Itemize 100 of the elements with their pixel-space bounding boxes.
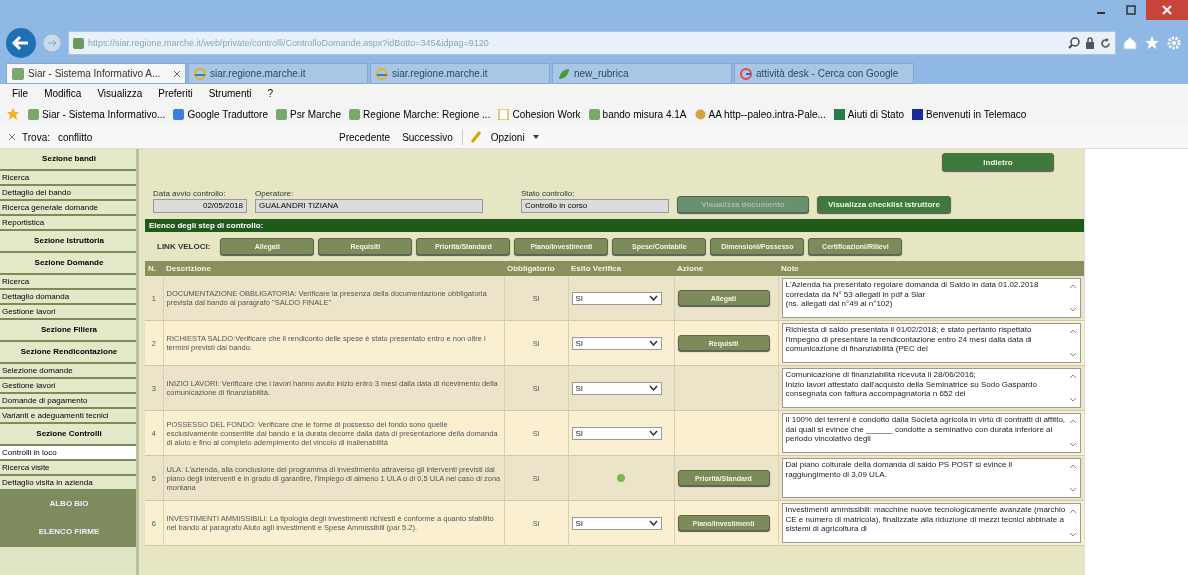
favorite-link[interactable]: Google Traduttore bbox=[187, 108, 268, 120]
sidebar-item[interactable]: Sezione Rendicontazione bbox=[0, 342, 136, 364]
menu-item[interactable]: Strumenti bbox=[208, 87, 252, 99]
lock-icon[interactable] bbox=[1085, 37, 1095, 49]
menu-item[interactable]: File bbox=[12, 87, 29, 99]
menu-item[interactable]: Modifica bbox=[44, 87, 82, 99]
find-label: Trova: bbox=[22, 131, 50, 143]
site-icon[interactable] bbox=[912, 108, 923, 120]
sidebar-item[interactable]: Ricerca bbox=[0, 275, 136, 290]
menu-item[interactable]: ? bbox=[267, 87, 274, 99]
favorite-link[interactable]: Benvenuti in Telemaco bbox=[926, 108, 1027, 120]
field-label: Data avvio controllo: bbox=[153, 189, 227, 198]
favorite-link[interactable]: Psr Marche bbox=[290, 108, 342, 120]
chevron-icon[interactable] bbox=[648, 295, 658, 301]
scroll-arrows-icon[interactable] bbox=[1068, 328, 1077, 358]
sidebar-item[interactable]: Gestione lavori bbox=[0, 305, 136, 320]
note-field[interactable]: Dal piano colturale della domanda di saldo PS POST si evince il raggiungimento di 3,09 ULA. bbox=[781, 458, 1081, 498]
site-icon bbox=[73, 37, 84, 49]
sidebar-item[interactable]: Gestione lavori bbox=[0, 379, 136, 394]
caret-icon[interactable] bbox=[532, 135, 539, 139]
back-button[interactable]: Indietro bbox=[942, 153, 1054, 171]
scroll-arrows-icon[interactable] bbox=[1068, 508, 1077, 538]
quick-links-label: LINK VELOCI: bbox=[157, 242, 211, 251]
sidebar-item[interactable]: Ricerca visite bbox=[0, 461, 136, 476]
find-field[interactable]: conflitto bbox=[55, 131, 330, 143]
close-icon[interactable] bbox=[1146, 0, 1188, 20]
sidebar-item[interactable]: Ricerca generale domande bbox=[0, 201, 136, 216]
browser-tab[interactable]: attività desk - Cerca con Google bbox=[734, 63, 914, 84]
site-icon[interactable] bbox=[833, 108, 845, 120]
find-button[interactable]: Precedente bbox=[335, 131, 394, 143]
favorites-star-icon[interactable] bbox=[6, 107, 20, 121]
column-header: Descrizione bbox=[163, 261, 504, 276]
field-value: Controllo in corso bbox=[521, 199, 669, 213]
menu-item[interactable]: Visualizza bbox=[97, 87, 143, 99]
sidebar-item[interactable]: Sezione bandi bbox=[0, 149, 136, 171]
sidebar-item[interactable]: Dettaglio del bando bbox=[0, 186, 136, 201]
leaf-icon bbox=[558, 67, 570, 80]
result-select[interactable]: SI bbox=[571, 516, 662, 530]
chevron-icon[interactable] bbox=[648, 340, 658, 346]
scroll-arrows-icon[interactable] bbox=[1068, 418, 1077, 448]
browser-tab[interactable]: Siar - Sistema Informativo A... bbox=[6, 63, 186, 84]
scroll-arrows-icon[interactable] bbox=[1068, 373, 1077, 403]
column-header: Note bbox=[778, 261, 1084, 276]
result-select[interactable]: SI bbox=[571, 336, 662, 350]
column-header: Obbligatorio bbox=[504, 261, 568, 276]
scroll-arrows-icon[interactable] bbox=[1068, 283, 1077, 313]
sidebar-item[interactable]: Dettaglio visita in azienda bbox=[0, 476, 136, 491]
search-icon[interactable] bbox=[1068, 37, 1080, 49]
close-icon[interactable] bbox=[174, 68, 180, 79]
favorite-link[interactable]: Regione Marche: Regione ... bbox=[363, 108, 491, 120]
close-icon[interactable] bbox=[8, 133, 16, 141]
back-icon[interactable] bbox=[6, 28, 36, 58]
result-select[interactable]: SI bbox=[571, 426, 662, 440]
browser-tab[interactable]: siar.regione.marche.it bbox=[370, 63, 550, 84]
chevron-icon[interactable] bbox=[648, 430, 658, 436]
translate-icon[interactable] bbox=[173, 108, 185, 120]
sidebar-item[interactable]: Varianti e adeguamenti tecnici bbox=[0, 409, 136, 424]
refresh-icon[interactable] bbox=[1100, 37, 1111, 49]
sidebar-item[interactable]: Ricerca bbox=[0, 171, 136, 186]
field-value: 02/05/2018 bbox=[153, 199, 247, 213]
sidebar-item[interactable]: Dettaglio domanda bbox=[0, 290, 136, 305]
sidebar-item[interactable]: Reportistica bbox=[0, 216, 136, 231]
sidebar-item[interactable]: Domande di pagamento bbox=[0, 394, 136, 409]
home-icon[interactable] bbox=[1122, 35, 1138, 51]
pencil-icon[interactable] bbox=[468, 130, 483, 144]
sidebar-item[interactable]: Sezione Istruttoria bbox=[0, 231, 136, 253]
find-button[interactable]: Successivo bbox=[399, 131, 456, 143]
favorite-link[interactable]: Siar - Sistema Informativo... bbox=[42, 108, 166, 120]
sidebar-item[interactable]: Sezione Domande bbox=[0, 253, 136, 275]
browser-tab[interactable]: new_rubrica bbox=[552, 63, 732, 84]
note-field[interactable]: Il 100% dei terreni è condotto dalla Società agricola in virtù di contratti di affitto, dai quali si evince che ______ condotte a seminativo con durata inferiore al periodo vincolativo degli bbox=[781, 413, 1081, 453]
document-icon[interactable] bbox=[498, 108, 510, 120]
sidebar-item[interactable]: Selezione domande bbox=[0, 364, 136, 379]
browser-tab[interactable]: siar.regione.marche.it bbox=[188, 63, 368, 84]
menu-item[interactable]: Preferiti bbox=[158, 87, 193, 99]
settings-icon[interactable] bbox=[1166, 35, 1182, 51]
sidebar-item[interactable]: Sezione Controlli bbox=[0, 424, 136, 446]
field-label: Stato controllo: bbox=[521, 189, 576, 198]
chevron-icon[interactable] bbox=[648, 385, 658, 391]
column-header: Esito Verifica bbox=[568, 261, 674, 276]
favorite-link[interactable]: AA http--paleo.intra-Pale... bbox=[708, 108, 826, 120]
result-select[interactable]: SI bbox=[571, 381, 662, 395]
favorite-link[interactable]: bando misura 4.1A bbox=[602, 108, 687, 120]
action-button[interactable]: Visualizza checklist istruttore bbox=[817, 196, 951, 213]
result-select[interactable]: SI bbox=[571, 291, 662, 305]
sidebar-item[interactable]: Sezione Filiera bbox=[0, 320, 136, 342]
note-field[interactable]: Comunicazione di finanziabilità ricevuta il 28/06/2016; Inizio lavori attestato dall'acquisto della Seminatrice su Sodo Gaspardo consegnata con fattura accompagnatoria n 652 del bbox=[781, 368, 1081, 408]
note-field[interactable]: L'Azienda ha presentato regolare domanda di Saldo in data 01.02.2018 corredata da N° 53 allegati in pdf a Siar (ns. allegati dal n°49 al n°102) bbox=[781, 278, 1081, 318]
chevron-icon[interactable] bbox=[648, 520, 658, 526]
favorite-link[interactable]: Aiuti di Stato bbox=[847, 108, 904, 120]
note-field[interactable]: Richiesta di saldo presentata il 01/02/2018; è stato pertanto rispettato l'impegno di presentare la rendicontazione entro 24 mesi dalla data di comunicazione di finanziabilità (PEC del bbox=[781, 323, 1081, 363]
g-logo-icon bbox=[740, 67, 752, 80]
star-icon[interactable] bbox=[1144, 35, 1160, 51]
favorite-link[interactable]: Cohesion Work bbox=[512, 108, 581, 120]
globe-icon[interactable] bbox=[694, 108, 706, 120]
sidebar-item[interactable]: Controlli in loco bbox=[0, 446, 136, 461]
options-button[interactable]: Opzioni bbox=[488, 131, 527, 143]
scroll-arrows-icon[interactable] bbox=[1068, 463, 1077, 493]
field-value: GUALANDRI TIZIANA bbox=[255, 199, 483, 213]
note-field[interactable]: Investimenti ammissibili: macchine nuove tecnologicamente avanzate (marchio CE e numero di matricola), finalizzate alla riduzione di mezzi tecnici abbinate a sistemi di agricoltura di bbox=[781, 503, 1081, 543]
